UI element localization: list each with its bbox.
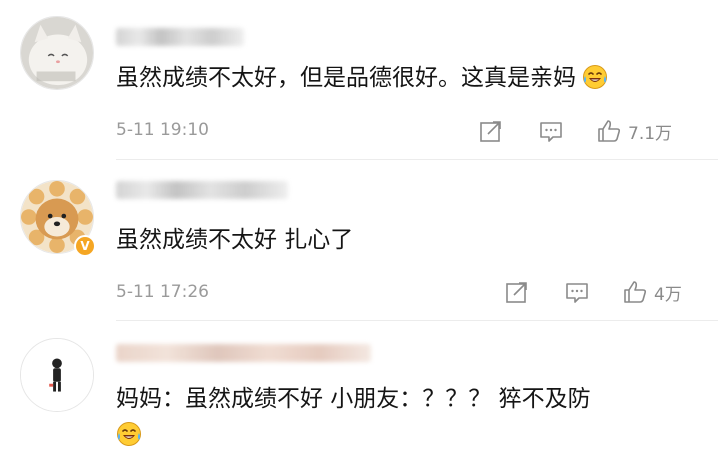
reply-button[interactable] — [538, 117, 564, 145]
comment-actions: 4万 — [504, 278, 718, 308]
comment-icon — [540, 122, 562, 142]
like-count: 4万 — [654, 284, 682, 305]
comment-item-1: 虽然成绩不太好，但是品德很好。这真是亲妈 5-11 19:10 7.1万 — [0, 0, 718, 160]
timestamp: 5-11 19:10 — [116, 120, 209, 140]
comment-text-content: 妈妈：虽然成绩不好 小朋友：？？？ 猝不及防 — [116, 386, 591, 412]
comment-text: 虽然成绩不太好，但是品德很好。这真是亲妈 — [116, 62, 608, 94]
comment-emoji-line — [116, 419, 142, 451]
share-icon — [506, 282, 527, 303]
timestamp: 5-11 17:26 — [116, 282, 209, 302]
comment-text-content: 虽然成绩不太好，但是品德很好。这真是亲妈 — [116, 65, 576, 91]
like-button[interactable]: 4万 — [622, 278, 682, 306]
thumbs-up-icon — [624, 281, 647, 303]
avatar[interactable] — [20, 16, 94, 90]
comment-text: 妈妈：虽然成绩不好 小朋友：？？？ 猝不及防 — [116, 383, 591, 415]
comment-text-content: 虽然成绩不太好 扎心了 — [116, 227, 354, 253]
laughing-tears-emoji-icon — [116, 421, 142, 447]
repost-button[interactable] — [478, 117, 504, 145]
comment-icon — [566, 283, 588, 303]
like-count: 7.1万 — [628, 123, 673, 144]
comment-text: 虽然成绩不太好 扎心了 — [116, 224, 353, 256]
verified-badge-icon: V — [74, 235, 96, 257]
cartoon-figure-avatar-icon — [21, 339, 93, 411]
reply-button[interactable] — [564, 278, 590, 306]
like-button[interactable]: 7.1万 — [596, 117, 672, 145]
laughing-tears-emoji-icon — [582, 64, 608, 90]
username-blurred[interactable] — [116, 28, 244, 46]
comment-actions: 7.1万 — [478, 117, 718, 147]
white-cat-avatar-icon — [21, 17, 93, 89]
username-blurred[interactable] — [116, 181, 288, 199]
thumbs-up-icon — [598, 120, 621, 142]
avatar[interactable] — [20, 338, 94, 412]
username-blurred[interactable] — [116, 344, 371, 362]
share-icon — [480, 121, 501, 142]
comment-item-2: V 虽然成绩不太好 扎心了 5-11 17:26 4万 — [0, 160, 718, 321]
comment-item-3: 妈妈：虽然成绩不好 小朋友：？？？ 猝不及防 — [0, 321, 718, 465]
repost-button[interactable] — [504, 278, 530, 306]
